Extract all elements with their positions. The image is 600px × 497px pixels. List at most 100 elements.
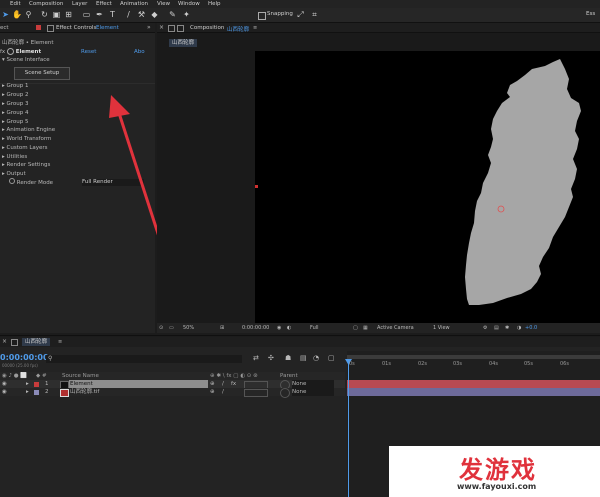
- label-color-swatch[interactable]: [34, 382, 39, 387]
- layer-name[interactable]: 山西轮廓.tif: [70, 388, 99, 396]
- shy-switch-icon[interactable]: ⊕: [210, 380, 215, 388]
- puppet-tool-icon[interactable]: ✦: [182, 10, 191, 19]
- channel-icon[interactable]: ◐: [287, 323, 291, 333]
- snap-extend-icon[interactable]: ⌗: [310, 10, 319, 19]
- exposure-icon[interactable]: ◑: [517, 323, 521, 333]
- menu-edit[interactable]: Edit: [10, 0, 21, 8]
- panel-menu-icon[interactable]: [47, 25, 54, 32]
- render-settings-row[interactable]: ▸ Render Settings: [2, 161, 50, 169]
- quality-switch-icon[interactable]: /: [222, 388, 224, 396]
- quality-switch-icon[interactable]: /: [222, 380, 224, 388]
- rectangle-tool-icon[interactable]: ▭: [82, 10, 91, 19]
- menu-animation[interactable]: Animation: [120, 0, 148, 8]
- timeline-icon[interactable]: ▤: [494, 323, 499, 333]
- visibility-icon[interactable]: ◉: [2, 388, 7, 396]
- composition-viewer[interactable]: [255, 51, 600, 328]
- utilities-row[interactable]: ▸ Utilities: [2, 153, 27, 161]
- menu-view[interactable]: View: [157, 0, 170, 8]
- parent-header[interactable]: Parent: [280, 372, 298, 380]
- hand-tool-icon[interactable]: ✋: [12, 10, 22, 19]
- menu-layer[interactable]: Layer: [72, 0, 87, 8]
- region-icon[interactable]: ▢: [353, 323, 358, 333]
- expand-icon[interactable]: ▸: [26, 380, 29, 388]
- pick-whip-icon[interactable]: [280, 388, 290, 398]
- rotate-tool-icon[interactable]: ↻: [40, 10, 49, 19]
- comp-mini-flowchart-icon[interactable]: ⇄: [253, 354, 259, 362]
- timeline-close-icon[interactable]: ×: [2, 338, 7, 345]
- transparency-grid-icon[interactable]: ▦: [363, 323, 368, 333]
- reset-link[interactable]: Reset: [81, 49, 96, 55]
- label-color-swatch[interactable]: [34, 390, 39, 395]
- type-tool-icon[interactable]: T: [108, 10, 117, 19]
- project-tab[interactable]: ect: [0, 25, 9, 31]
- output-row[interactable]: ▸ Output: [2, 170, 26, 178]
- timeline-tab[interactable]: 山西轮廓: [22, 338, 51, 346]
- safe-zones-icon[interactable]: ▭: [169, 323, 174, 333]
- snap-feather-icon[interactable]: ⤢: [296, 10, 305, 19]
- timeline-timecode[interactable]: 0:00:00:00: [0, 353, 49, 362]
- shy-layers-icon[interactable]: ☗: [285, 354, 291, 362]
- grid-icon[interactable]: ⊞: [220, 323, 224, 333]
- layer-switch-boxes[interactable]: [244, 389, 268, 397]
- menu-help[interactable]: Help: [208, 0, 221, 8]
- source-name-header[interactable]: Source Name: [62, 372, 99, 380]
- pen-tool-icon[interactable]: ✒: [95, 10, 104, 19]
- fx-icon[interactable]: fx: [0, 49, 5, 55]
- parent-dropdown[interactable]: None: [292, 380, 334, 388]
- scene-setup-button[interactable]: Scene Setup: [14, 67, 70, 80]
- table-row[interactable]: ◉ ▸ 2 山西轮廓.tif ⊕ / None: [0, 388, 345, 398]
- motion-blur-icon[interactable]: ◔: [313, 354, 319, 362]
- composition-tab[interactable]: Composition: [190, 25, 224, 31]
- panel-expand-icon[interactable]: »: [147, 24, 151, 31]
- workspace-label[interactable]: Ess: [586, 11, 595, 17]
- group-3-row[interactable]: ▸ Group 3: [2, 100, 29, 108]
- composition-menu-icon[interactable]: [177, 25, 184, 32]
- work-area-bar[interactable]: [347, 355, 600, 359]
- layer-bar-element[interactable]: [347, 380, 600, 388]
- fast-preview-icon[interactable]: ⚙: [483, 323, 487, 333]
- camera-dropdown[interactable]: Active Camera: [377, 323, 414, 333]
- menu-effect[interactable]: Effect: [96, 0, 112, 8]
- stopwatch-icon[interactable]: [9, 178, 15, 184]
- graph-editor-icon[interactable]: ▢: [328, 354, 335, 362]
- timecode-display[interactable]: 0:00:00:00: [242, 323, 269, 333]
- eraser-tool-icon[interactable]: ◆: [150, 10, 159, 19]
- menu-composition[interactable]: Composition: [29, 0, 63, 8]
- views-dropdown[interactable]: 1 View: [433, 323, 450, 333]
- frame-blending-icon[interactable]: ▤: [300, 354, 307, 362]
- draft-3d-icon[interactable]: ✣: [268, 354, 274, 362]
- lock-icon[interactable]: [36, 25, 41, 30]
- visibility-icon[interactable]: ◉: [2, 380, 7, 388]
- clone-stamp-tool-icon[interactable]: ⚒: [137, 10, 146, 19]
- flowchart-icon[interactable]: ✱: [505, 323, 509, 333]
- selection-tool-icon[interactable]: ➤: [1, 10, 10, 19]
- timeline-tab-menu-icon[interactable]: ≡: [58, 339, 62, 345]
- brush-tool-icon[interactable]: /: [124, 10, 133, 19]
- group-1-row[interactable]: ▸ Group 1: [2, 82, 29, 90]
- snapshot-icon[interactable]: ◉: [277, 323, 281, 333]
- magnify-icon[interactable]: ⊙: [159, 323, 163, 333]
- snapping-checkbox[interactable]: [258, 12, 266, 20]
- animation-engine-row[interactable]: ▸ Animation Engine: [2, 126, 55, 134]
- composition-tab-menu-icon[interactable]: ≡: [253, 25, 257, 31]
- timeline-search-input[interactable]: ⚲: [46, 355, 242, 363]
- world-transform-row[interactable]: ▸ World Transform: [2, 135, 51, 143]
- layer-name[interactable]: Element: [69, 380, 208, 388]
- group-5-row[interactable]: ▸ Group 5: [2, 118, 29, 126]
- layer-bar-image[interactable]: [347, 388, 600, 396]
- expand-icon[interactable]: ▸: [26, 388, 29, 396]
- group-2-row[interactable]: ▸ Group 2: [2, 91, 29, 99]
- camera-tool-icon[interactable]: ▣: [52, 10, 61, 19]
- current-time-indicator[interactable]: [348, 359, 349, 497]
- effect-toggle-icon[interactable]: [6, 48, 14, 55]
- menu-window[interactable]: Window: [178, 0, 200, 8]
- timeline-render-queue-icon[interactable]: [11, 339, 18, 346]
- pan-behind-tool-icon[interactable]: ⊞: [64, 10, 73, 19]
- fx-switch-icon[interactable]: fx: [231, 380, 236, 388]
- exposure-value[interactable]: +0.0: [525, 323, 537, 333]
- about-link[interactable]: Abo: [134, 49, 145, 55]
- zoom-tool-icon[interactable]: ⚲: [24, 10, 33, 19]
- effect-controls-tab[interactable]: Effect Controls: [56, 25, 96, 31]
- zoom-dropdown[interactable]: 50%: [183, 323, 194, 333]
- custom-layers-row[interactable]: ▸ Custom Layers: [2, 144, 48, 152]
